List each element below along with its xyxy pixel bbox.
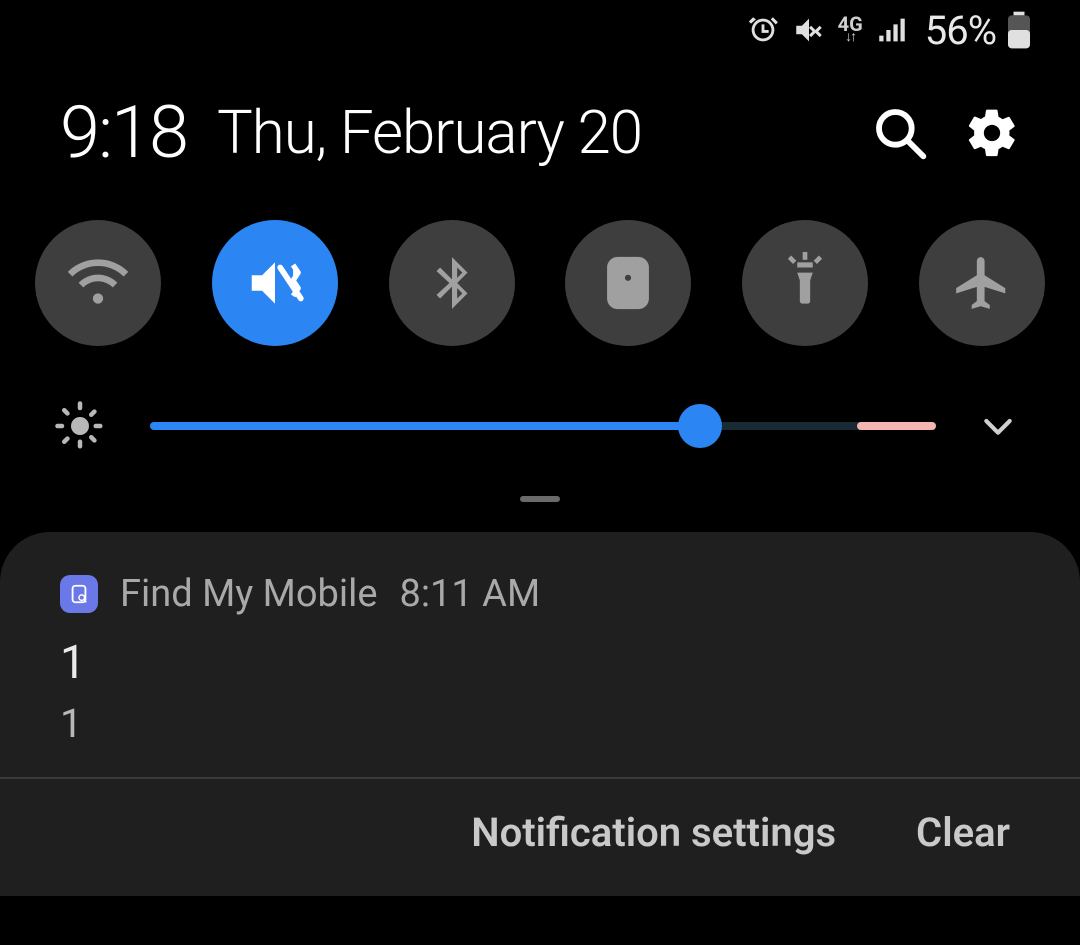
date-label: Thu, February 20 [217,97,642,168]
battery-percent-label: 56% [925,7,996,54]
notification-title: 1 [0,616,1080,690]
notification-actions: Notification settings Clear [0,779,1080,896]
rotation-lock-toggle[interactable] [565,220,691,346]
mute-vibrate-icon [792,13,826,47]
find-my-mobile-app-icon [60,575,98,613]
clock-time: 9:18 [60,90,187,175]
alarm-icon [746,13,780,47]
status-bar: 4G ↓↑ 56% [0,0,1080,60]
search-icon[interactable] [872,105,928,161]
notification-app-name: Find My Mobile [120,572,377,616]
quick-toggles-row [0,195,1080,356]
signal-strength-icon [875,13,909,47]
notification-time: 8:11 AM [399,572,540,616]
notification-header: Find My Mobile 8:11 AM [0,572,1080,616]
notification-body: 1 [0,690,1080,777]
brightness-slider-thumb[interactable] [678,404,722,448]
airplane-mode-toggle[interactable] [919,220,1045,346]
panel-drag-handle[interactable] [520,496,560,502]
expand-brightness-icon[interactable] [976,404,1020,448]
quick-settings-header: 9:18 Thu, February 20 [0,60,1080,195]
notification-card[interactable]: Find My Mobile 8:11 AM 1 1 Notification … [0,532,1080,896]
battery-icon [1008,11,1030,49]
mobile-data-icon: 4G ↓↑ [838,16,863,43]
bluetooth-toggle[interactable] [389,220,515,346]
wifi-toggle[interactable] [35,220,161,346]
brightness-icon [50,396,110,456]
notification-settings-button[interactable]: Notification settings [471,809,836,856]
brightness-slider[interactable] [150,406,936,446]
clear-button[interactable]: Clear [916,809,1010,856]
sound-toggle[interactable] [212,220,338,346]
gear-icon[interactable] [964,105,1020,161]
flashlight-toggle[interactable] [742,220,868,346]
brightness-row [0,356,1080,466]
